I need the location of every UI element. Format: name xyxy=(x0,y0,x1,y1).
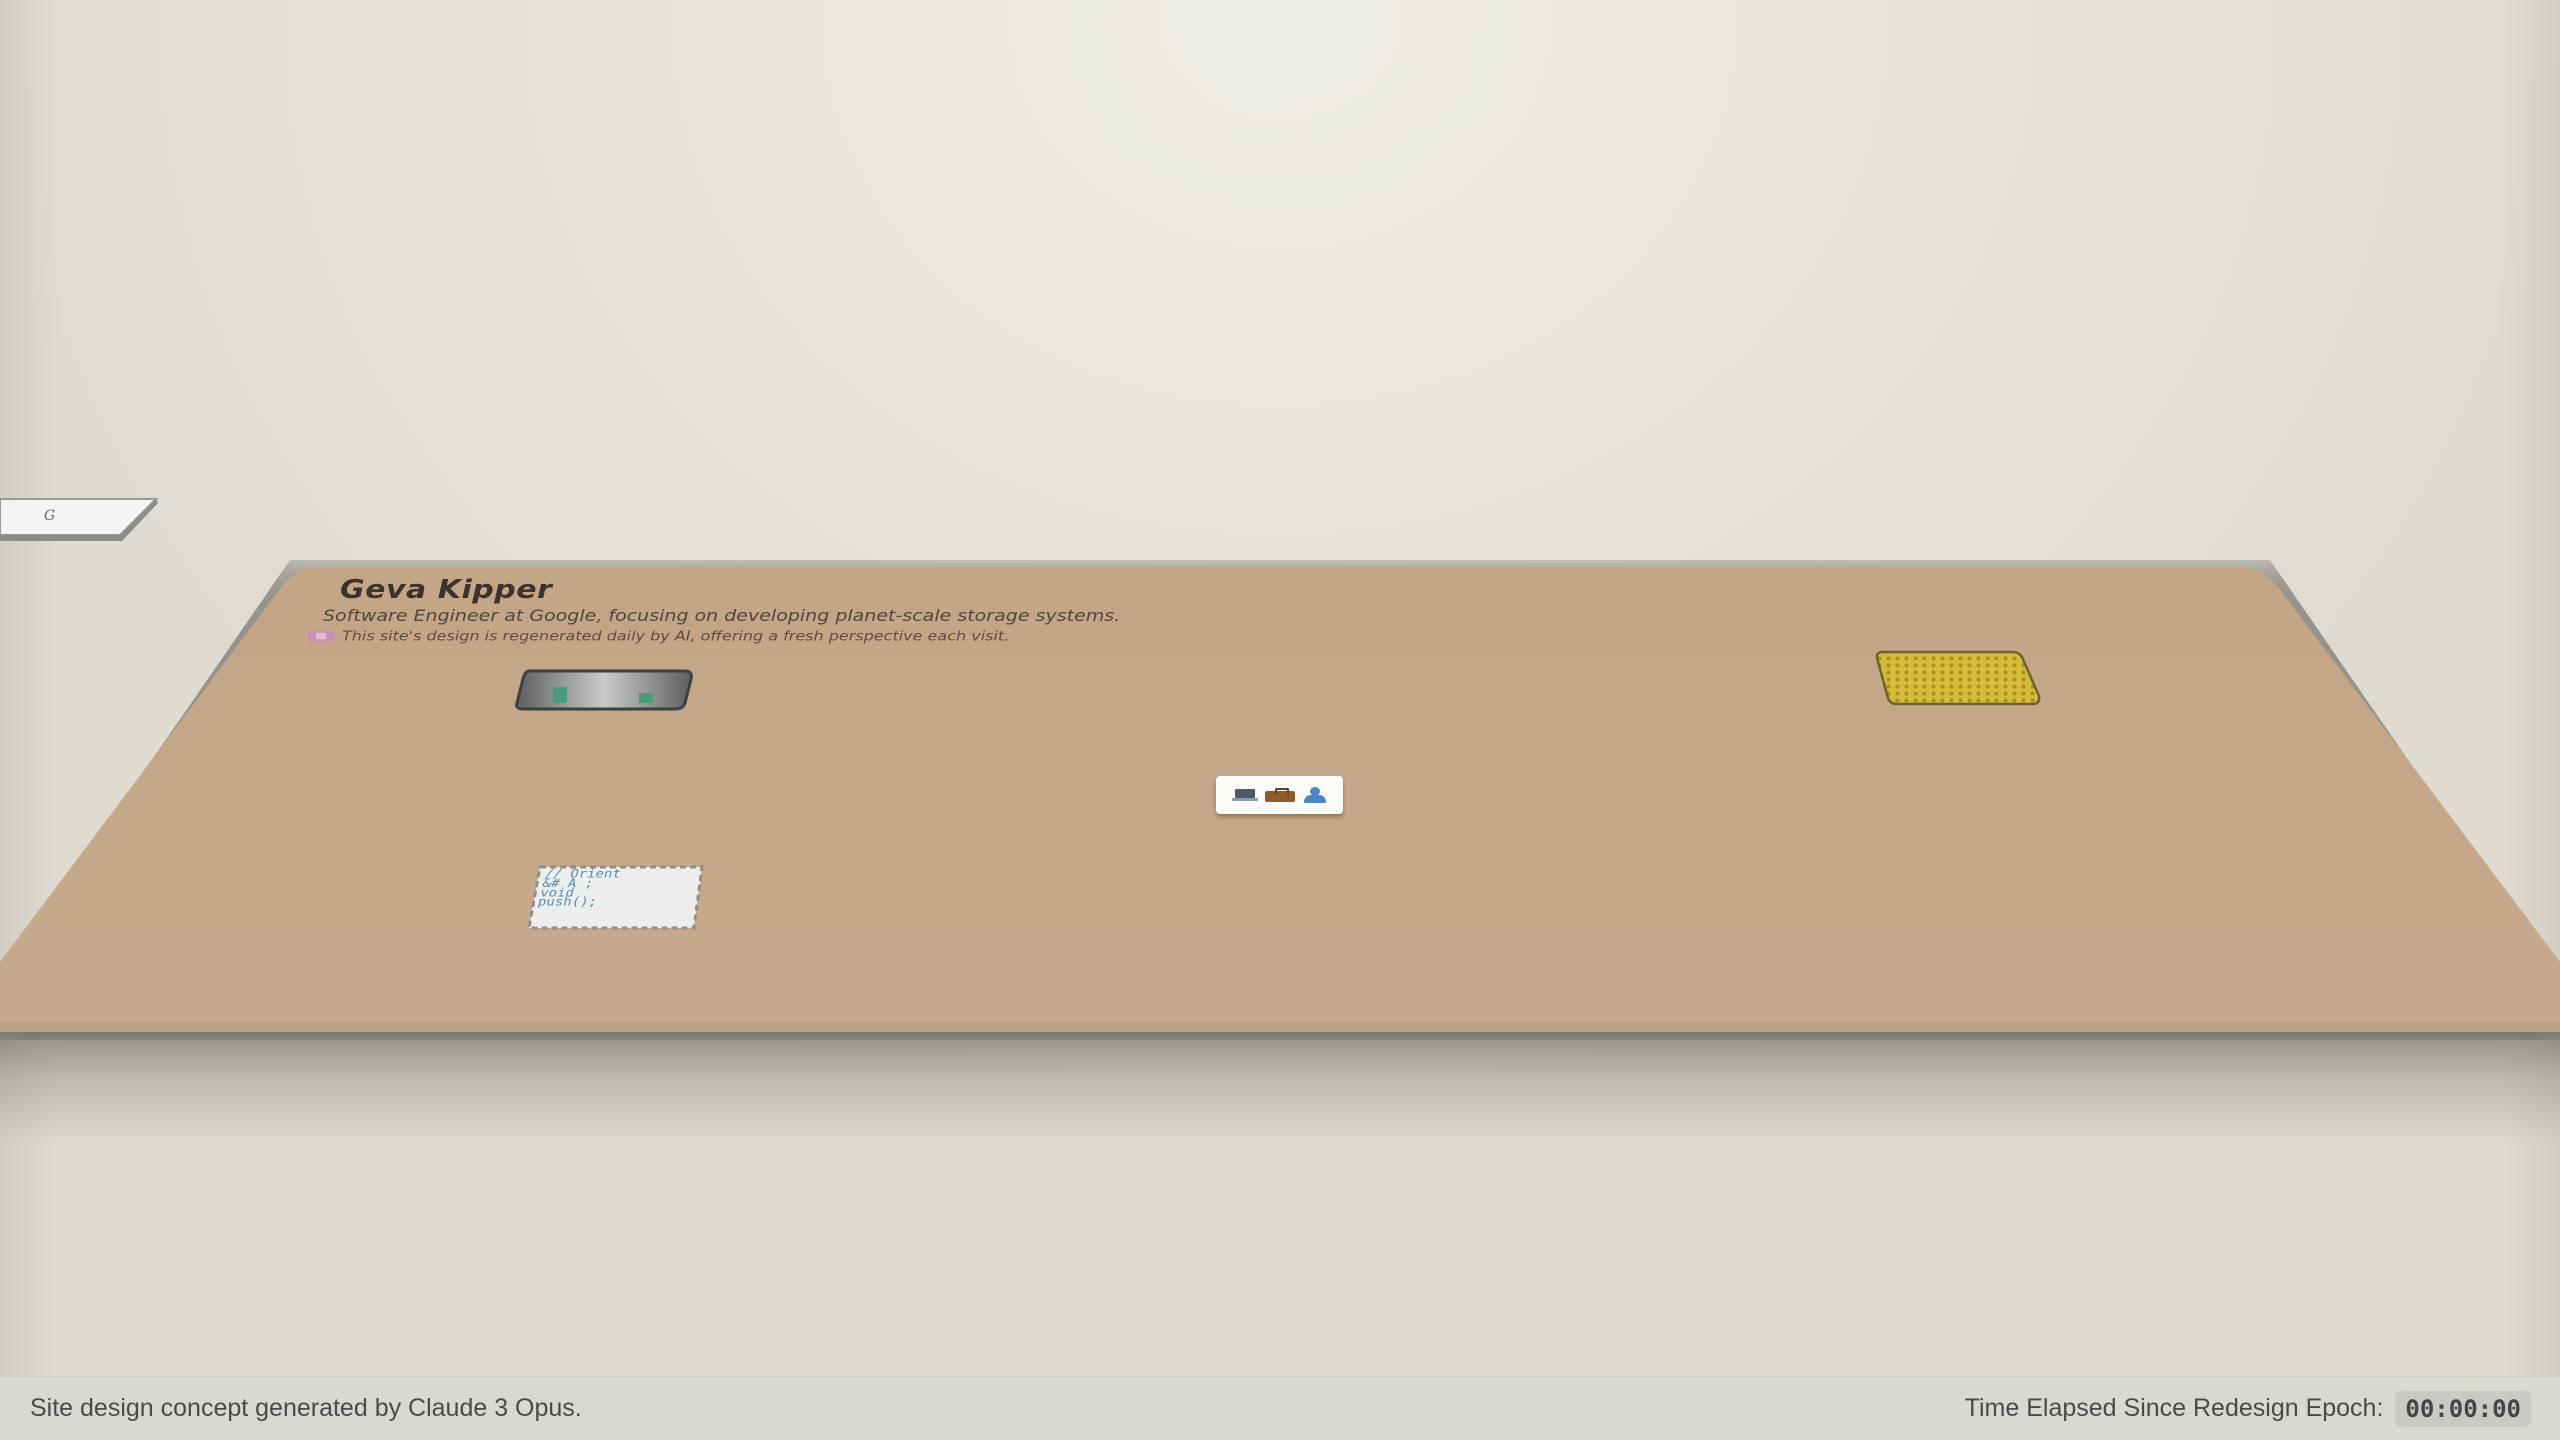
code-line: push(); xyxy=(536,895,599,910)
ai-regeneration-note-text: This site's design is regenerated daily … xyxy=(342,628,1010,644)
tablet-device[interactable] xyxy=(515,667,695,713)
redesign-timer: Time Elapsed Since Redesign Epoch: 00:00… xyxy=(1964,1390,2531,1427)
code-snippet-text: // Orient &# A ; void push(); xyxy=(536,867,622,910)
footer-bar: Site design concept generated by Claude … xyxy=(0,1376,2560,1440)
profile-name: Geva Kipper xyxy=(340,575,553,605)
timer-value: 00:00:00 xyxy=(2395,1390,2531,1427)
desk-drop-shadow xyxy=(0,1025,2560,1145)
laptop-icon xyxy=(1231,789,1258,801)
profile-title: Software Engineer at Google, focusing on… xyxy=(323,607,1121,626)
timer-label: Time Elapsed Since Redesign Epoch: xyxy=(1964,1394,2384,1422)
sparkle-icon xyxy=(308,630,334,642)
patterned-tile[interactable] xyxy=(1875,648,2041,708)
floating-note-card[interactable]: G xyxy=(0,495,160,543)
footer-credit: Site design concept generated by Claude … xyxy=(30,1394,582,1422)
floating-note-label: G xyxy=(44,508,56,524)
code-snippet-card[interactable]: // Orient &# A ; void push(); xyxy=(526,864,708,932)
briefcase-icon xyxy=(1264,788,1295,802)
ai-regeneration-note: This site's design is regenerated daily … xyxy=(308,628,1009,644)
person-icon xyxy=(1302,787,1328,803)
tools-card[interactable] xyxy=(1216,776,1343,814)
